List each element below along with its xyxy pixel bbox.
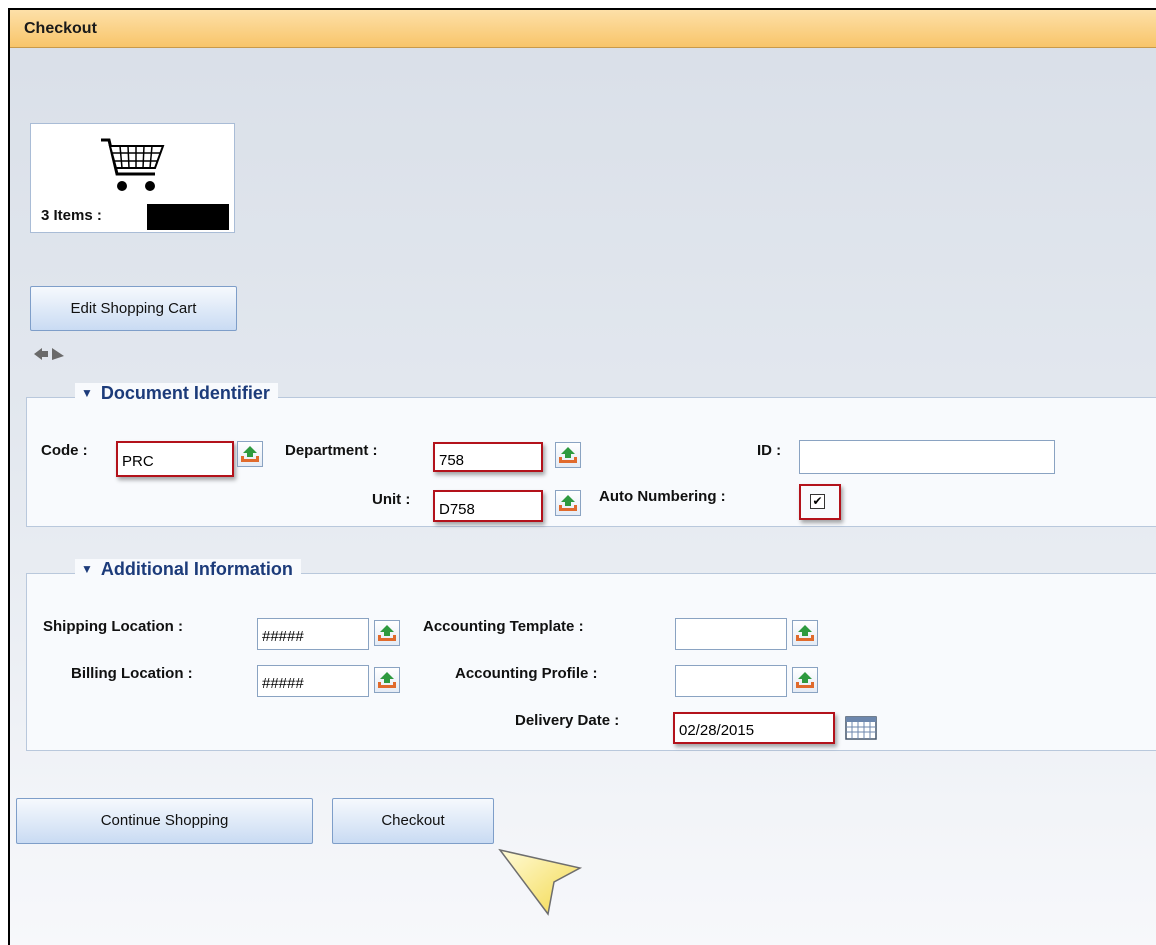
checkout-window: Checkout 3 Items : Edit Shopping Cart ▼ D… xyxy=(8,8,1156,945)
code-lookup-button[interactable] xyxy=(237,441,263,467)
lookup-icon xyxy=(241,446,259,462)
id-label: ID : xyxy=(757,442,782,459)
additional-information-section: ▼ Additional Information Shipping Locatio… xyxy=(26,559,1156,751)
code-field[interactable]: PRC xyxy=(116,441,234,477)
delivery-date-label: Delivery Date : xyxy=(515,712,620,729)
shipping-location-field[interactable]: ##### xyxy=(257,618,369,650)
cart-summary: 3 Items : xyxy=(30,123,235,233)
auto-numbering-checkbox[interactable]: ✔ xyxy=(810,494,825,509)
document-identifier-section: ▼ Document Identifier Code : PRC Departme… xyxy=(26,383,1156,527)
shipping-location-label: Shipping Location : xyxy=(43,618,183,635)
accounting-template-field[interactable] xyxy=(675,618,787,650)
lookup-icon xyxy=(796,672,814,688)
id-field[interactable] xyxy=(799,440,1055,474)
lookup-icon xyxy=(378,672,396,688)
accounting-profile-label: Accounting Profile : xyxy=(455,665,598,682)
window-title: Checkout xyxy=(24,20,97,37)
auto-numbering-label: Auto Numbering : xyxy=(599,488,726,505)
department-lookup-button[interactable] xyxy=(555,442,581,468)
accounting-profile-field[interactable] xyxy=(675,665,787,697)
checkout-button[interactable]: Checkout xyxy=(332,798,494,844)
accounting-template-lookup-button[interactable] xyxy=(792,620,818,646)
triangle-down-icon[interactable]: ▼ xyxy=(81,386,93,400)
redacted-cart-total xyxy=(147,204,229,230)
title-bar: Checkout xyxy=(10,10,1156,48)
department-field[interactable]: 758 xyxy=(433,442,543,472)
triangle-down-icon[interactable]: ▼ xyxy=(81,562,93,576)
code-label: Code : xyxy=(41,442,88,459)
lookup-icon xyxy=(796,625,814,641)
billing-location-label: Billing Location : xyxy=(71,665,193,682)
unit-label: Unit : xyxy=(372,491,411,508)
shipping-location-lookup-button[interactable] xyxy=(374,620,400,646)
accounting-template-label: Accounting Template : xyxy=(423,618,584,635)
shopping-cart-icon xyxy=(101,138,165,191)
billing-location-lookup-button[interactable] xyxy=(374,667,400,693)
billing-location-field[interactable]: ##### xyxy=(257,665,369,697)
callout-pointer-icon xyxy=(498,848,583,916)
auto-numbering-highlight: ✔ xyxy=(799,484,841,520)
document-identifier-legend[interactable]: ▼ Document Identifier xyxy=(75,383,278,404)
lookup-icon xyxy=(559,447,577,463)
department-label: Department : xyxy=(285,442,378,459)
accounting-profile-lookup-button[interactable] xyxy=(792,667,818,693)
calendar-icon[interactable] xyxy=(845,716,877,740)
additional-information-title: Additional Information xyxy=(100,559,293,579)
continue-shopping-button[interactable]: Continue Shopping xyxy=(16,798,313,844)
unit-lookup-button[interactable] xyxy=(555,490,581,516)
edit-shopping-cart-button[interactable]: Edit Shopping Cart xyxy=(30,286,237,331)
cart-items-label: 3 Items : xyxy=(41,207,102,224)
unit-field[interactable]: D758 xyxy=(433,490,543,522)
lookup-icon xyxy=(378,625,396,641)
delivery-date-field[interactable]: 02/28/2015 xyxy=(673,712,835,744)
document-identifier-title: Document Identifier xyxy=(100,383,270,403)
navigation-arrows-icon[interactable] xyxy=(32,345,68,363)
additional-information-legend[interactable]: ▼ Additional Information xyxy=(75,559,301,580)
lookup-icon xyxy=(559,495,577,511)
